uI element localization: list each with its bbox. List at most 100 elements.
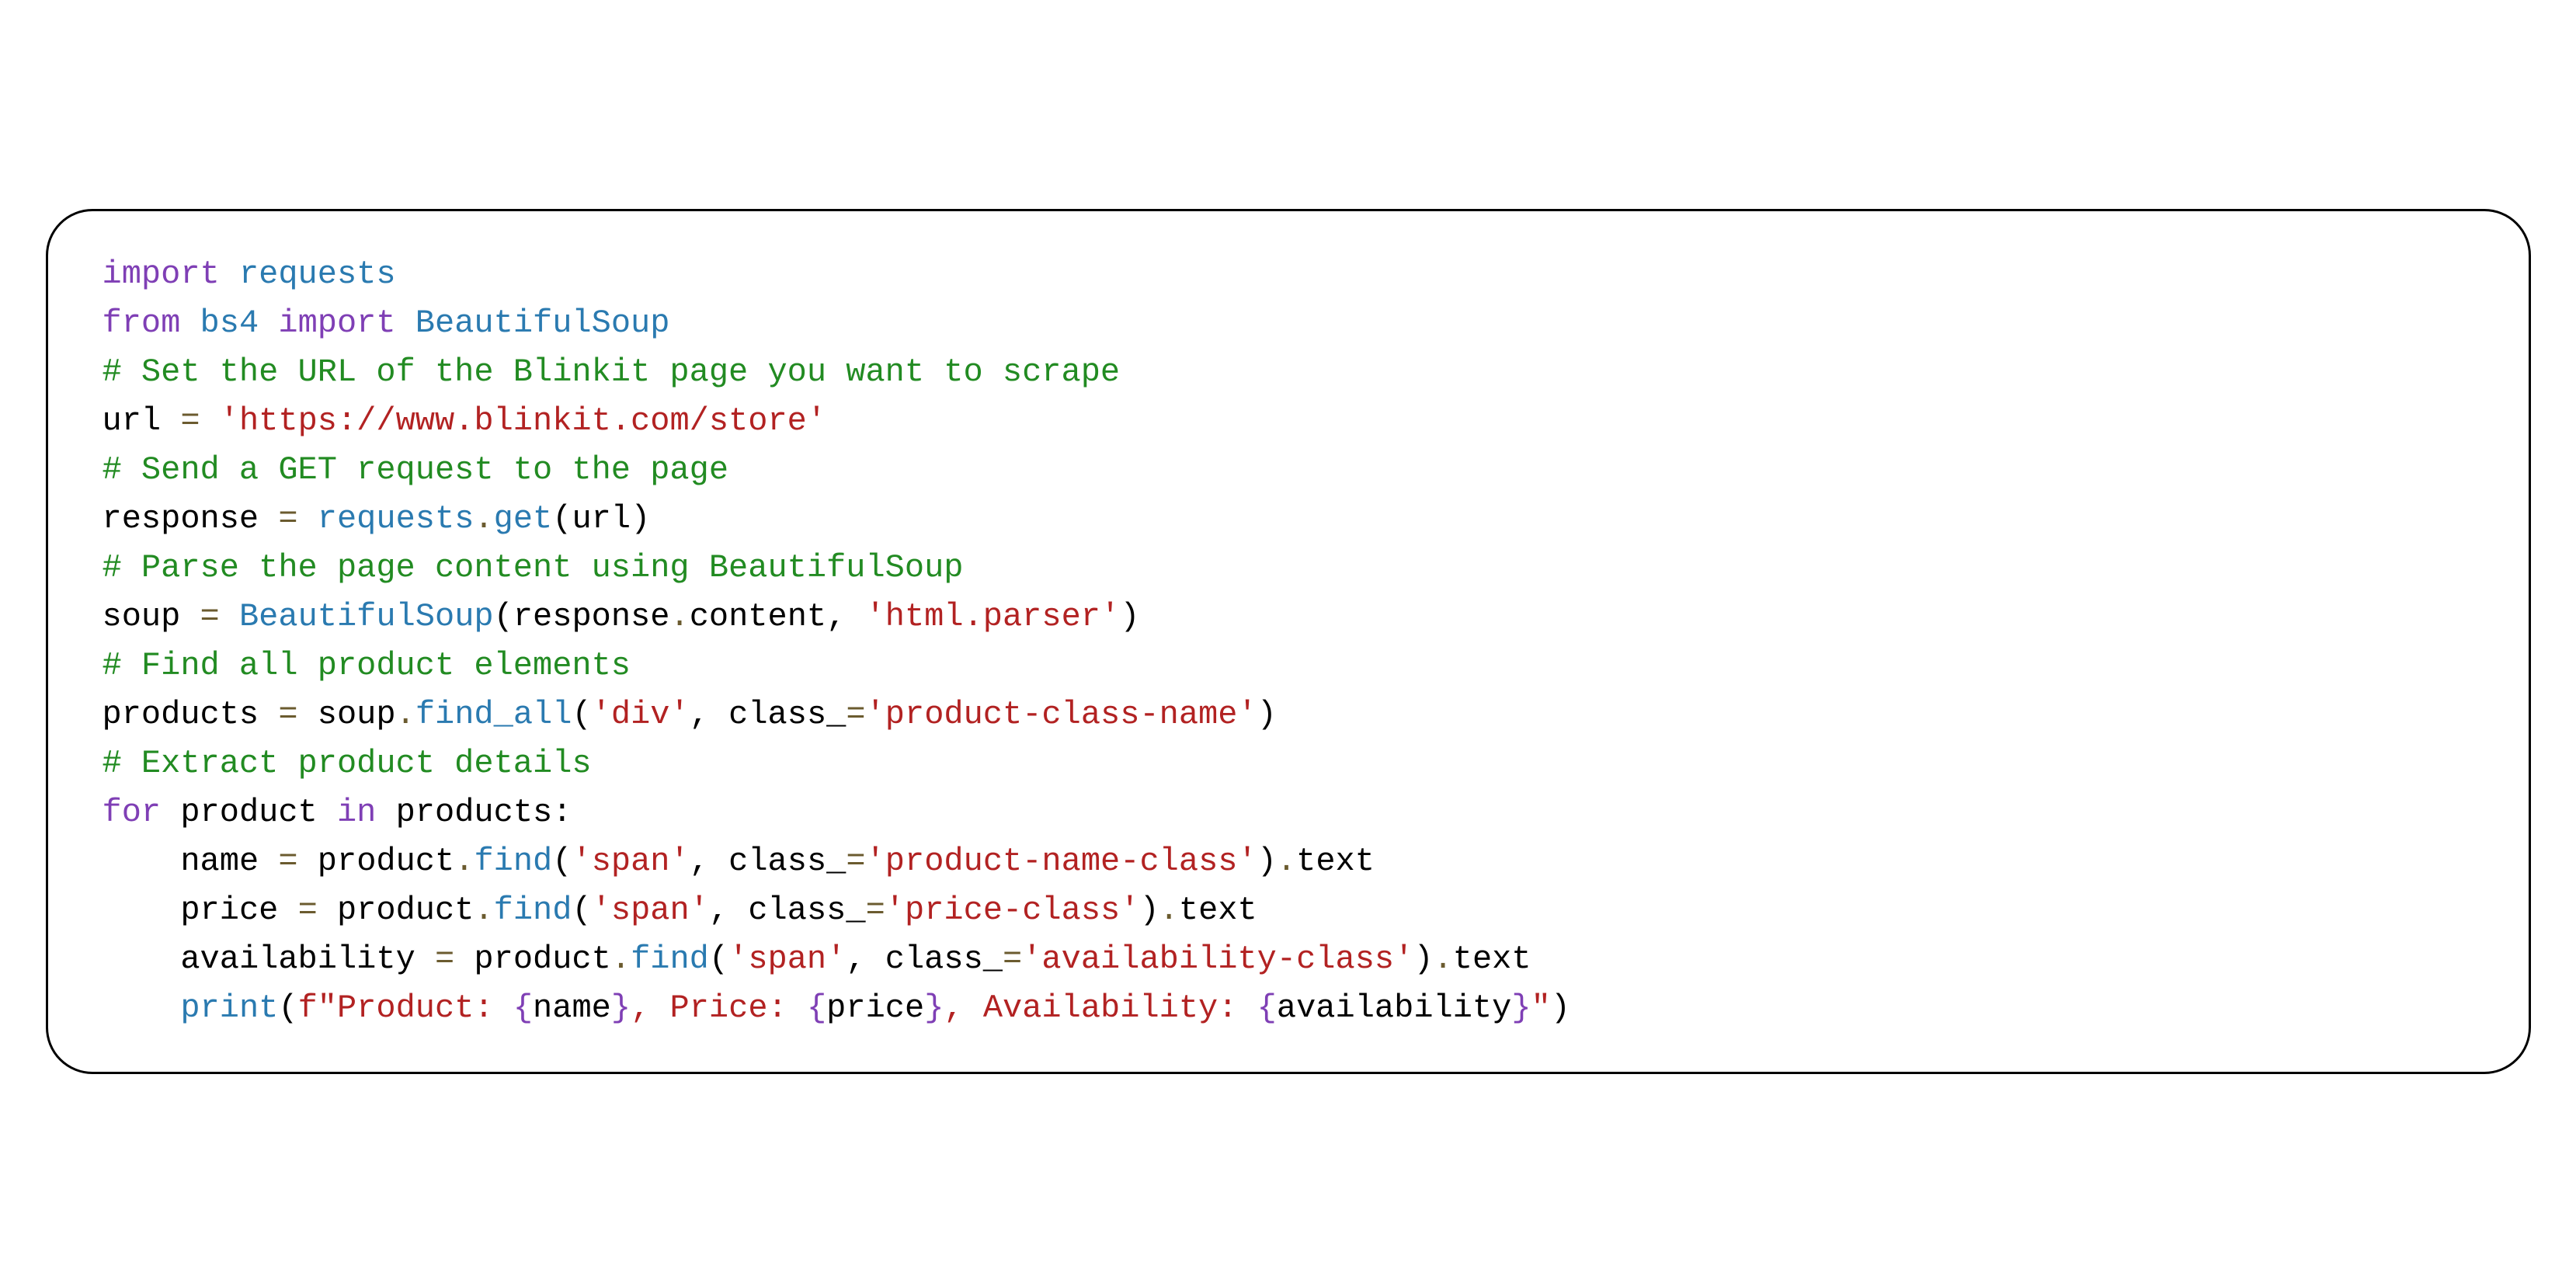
token-operator: . [1434,941,1453,978]
code-line-1: import requests [103,250,2474,299]
code-block: import requests from bs4 import Beautiful… [46,209,2531,1074]
token-variable: class_ [885,941,1003,978]
token-operator: = [180,402,219,440]
code-content: import requests from bs4 import Beautiful… [103,250,2474,1033]
code-line-3: # Set the URL of the Blinkit page you wa… [103,348,2474,397]
indent [103,892,181,929]
token-keyword: from [103,304,200,342]
token-module: bs4 [200,304,279,342]
token-paren: ( [278,989,297,1027]
token-paren: ( [552,843,572,880]
token-keyword: import [103,256,239,293]
indent [103,843,181,880]
token-variable: product [337,892,474,929]
token-string: 'availability-class' [1022,941,1413,978]
token-operator: = [846,843,865,880]
token-operator: = [278,696,317,733]
code-line-6: response = requests.get(url) [103,495,2474,544]
token-string: 'html.parser' [866,598,1121,635]
indent [103,941,181,978]
token-operator: = [435,941,474,978]
token-string: 'product-class-name' [866,696,1257,733]
token-operator: = [846,696,865,733]
token-string: " [1531,989,1551,1027]
token-fstring-brace: } [611,989,631,1027]
token-fstring-brace: } [1511,989,1531,1027]
token-fstring-brace: { [1257,989,1277,1027]
token-keyword: import [278,304,415,342]
token-fstring-brace: } [924,989,944,1027]
token-variable: response [513,598,670,635]
token-variable: class_ [728,696,846,733]
token-operator: . [474,500,493,537]
token-comment: # Set the URL of the Blinkit page you wa… [103,353,1121,391]
token-string: , Availability: [944,989,1257,1027]
token-paren: ) [1551,989,1570,1027]
token-variable: url [103,402,181,440]
token-string: , Price: [631,989,807,1027]
token-attr: text [1296,843,1375,880]
token-operator: . [396,696,415,733]
token-variable: product [318,843,454,880]
token-variable: url [572,500,631,537]
token-operator: . [669,598,689,635]
token-fstring-brace: { [807,989,826,1027]
token-string: 'div' [592,696,690,733]
token-module: requests [239,256,396,293]
token-paren: , [709,892,748,929]
token-module: BeautifulSoup [239,598,494,635]
token-attr: text [1179,892,1257,929]
token-function-call: get [494,500,553,537]
token-comment: # Parse the page content using Beautiful… [103,549,964,586]
token-operator: . [1277,843,1296,880]
token-operator: = [866,892,885,929]
token-paren: ) [1139,892,1159,929]
token-paren: ) [1257,696,1277,733]
token-attr: content [690,598,826,635]
token-paren: : [552,794,572,831]
token-operator: . [454,843,474,880]
token-string: 'span' [592,892,709,929]
token-string: f"Product: [298,989,513,1027]
token-module: BeautifulSoup [415,304,670,342]
token-variable: product [474,941,610,978]
token-operator: = [200,598,239,635]
token-paren: , [846,941,885,978]
token-comment: # Find all product elements [103,647,631,684]
token-comment: # Extract product details [103,745,592,782]
token-variable: class_ [748,892,865,929]
token-string: 'price-class' [885,892,1140,929]
token-variable: price [180,892,297,929]
token-paren: , [690,843,728,880]
token-paren: ) [631,500,650,537]
code-line-14: price = product.find('span', class_='pri… [103,886,2474,935]
token-paren: ( [572,892,591,929]
token-comment: # Send a GET request to the page [103,451,729,489]
token-operator: = [278,843,317,880]
token-fstring-brace: { [513,989,533,1027]
token-function-call: find [631,941,709,978]
token-operator: . [474,892,493,929]
token-attr: text [1453,941,1531,978]
token-string: 'span' [728,941,846,978]
token-string: 'https://www.blinkit.com/store' [220,402,826,440]
token-variable: soup [103,598,200,635]
code-line-7: # Parse the page content using Beautiful… [103,544,2474,593]
token-variable: name [180,843,278,880]
token-variable: price [826,989,924,1027]
token-function-call: find_all [415,696,572,733]
token-operator: = [298,892,337,929]
code-line-16: print(f"Product: {name}, Price: {price},… [103,984,2474,1033]
token-operator: . [611,941,631,978]
token-keyword: for [103,794,181,831]
token-paren: ( [709,941,728,978]
token-string: 'product-name-class' [866,843,1257,880]
code-line-8: soup = BeautifulSoup(response.content, '… [103,593,2474,642]
token-paren: ( [552,500,572,537]
token-variable: response [103,500,279,537]
token-operator: = [1003,941,1022,978]
token-keyword: in [337,794,396,831]
code-line-9: # Find all product elements [103,642,2474,690]
code-line-11: # Extract product details [103,739,2474,788]
token-paren: , [826,598,865,635]
